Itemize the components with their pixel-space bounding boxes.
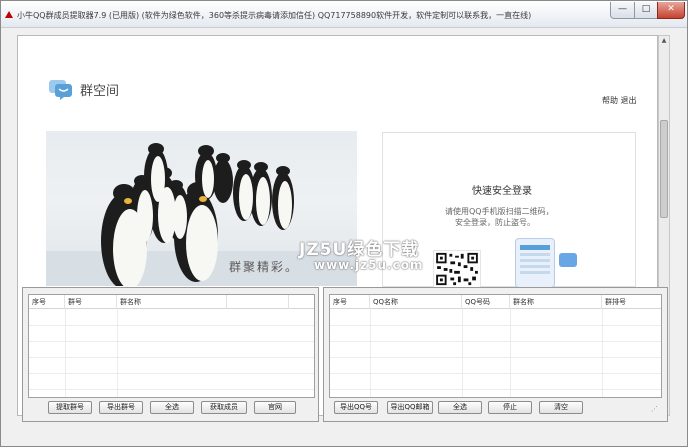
qr-code-icon[interactable] xyxy=(433,250,481,288)
grid-line xyxy=(330,373,661,374)
window-title: 小牛QQ群成员提取器7.9 (已用版) (软件为绿色软件，360等杀提示病毒请添… xyxy=(17,11,532,20)
column-header[interactable]: 序号 xyxy=(330,295,370,309)
member-list-panel: 序号 QQ名称 QQ号码 群名称 群排号 导出QQ号 导出QQ邮箱 全选 停止 … xyxy=(323,287,668,422)
banner-slogan: 群聚精彩。 xyxy=(229,260,300,274)
grid-line xyxy=(330,325,661,326)
column-header[interactable]: 群号 xyxy=(65,295,117,309)
grid-line xyxy=(330,357,661,358)
clear-button[interactable]: 清空 xyxy=(539,401,583,414)
get-members-button[interactable]: 获取成员 xyxy=(201,401,247,414)
grid-line xyxy=(330,341,661,342)
column-header[interactable]: 群名称 xyxy=(117,295,227,309)
chat-bubble-icon xyxy=(49,80,72,100)
column-header[interactable]: 群名称 xyxy=(510,295,602,309)
group-table-header: 序号 群号 群名称 xyxy=(29,295,314,309)
export-qq-button[interactable]: 导出QQ号 xyxy=(334,401,378,414)
penguins-banner-image: 群聚精彩。 xyxy=(46,131,357,286)
login-hint-line2: 安全登录，防止盗号。 xyxy=(455,218,535,227)
phone-illustration xyxy=(515,238,555,288)
minimize-button[interactable]: — xyxy=(610,2,635,19)
help-exit-link[interactable]: 帮助 退出 xyxy=(602,95,637,106)
maximize-button[interactable]: □ xyxy=(634,2,658,19)
scroll-up-icon[interactable]: ▲ xyxy=(660,37,668,45)
group-list-table[interactable]: 序号 群号 群名称 xyxy=(28,294,315,398)
official-site-button[interactable]: 官网 xyxy=(254,401,296,414)
login-hint-line1: 请使用QQ手机版扫描二维码， xyxy=(445,207,554,216)
app-window: 小牛QQ群成员提取器7.9 (已用版) (软件为绿色软件，360等杀提示病毒请添… xyxy=(0,0,688,447)
grid-line xyxy=(370,309,371,397)
column-header[interactable]: QQ名称 xyxy=(370,295,462,309)
grid-line xyxy=(29,373,314,374)
group-list-panel: 序号 群号 群名称 提取群号 导出群号 全选 获取成员 官网 xyxy=(22,287,319,422)
column-header[interactable]: 群排号 xyxy=(602,295,661,309)
watermark-text: JZ5U绿色下载 xyxy=(299,240,420,260)
watermark-url: www.jz5u.com xyxy=(314,258,424,272)
close-button[interactable]: ✕ xyxy=(657,2,685,19)
resize-grip-icon[interactable]: ⋰ xyxy=(651,405,661,415)
grid-line xyxy=(510,309,511,397)
penguins-illustration xyxy=(101,143,294,286)
grid-line xyxy=(330,389,661,390)
grid-line xyxy=(29,341,314,342)
grid-line xyxy=(602,309,603,397)
select-all-button[interactable]: 全选 xyxy=(150,401,194,414)
grid-line xyxy=(29,389,314,390)
title-bar[interactable]: 小牛QQ群成员提取器7.9 (已用版) (软件为绿色软件，360等杀提示病毒请添… xyxy=(1,1,687,28)
scrollbar-thumb[interactable] xyxy=(660,120,668,218)
export-qq-email-button[interactable]: 导出QQ邮箱 xyxy=(387,401,433,414)
member-table-header: 序号 QQ名称 QQ号码 群名称 群排号 xyxy=(330,295,661,309)
select-all-members-button[interactable]: 全选 xyxy=(438,401,482,414)
column-header[interactable]: 序号 xyxy=(29,295,65,309)
app-triangle-icon xyxy=(5,11,13,18)
stop-button[interactable]: 停止 xyxy=(488,401,532,414)
column-header[interactable]: QQ号码 xyxy=(462,295,510,309)
extract-groups-button[interactable]: 提取群号 xyxy=(48,401,92,414)
grid-line xyxy=(462,309,463,397)
export-groups-button[interactable]: 导出群号 xyxy=(99,401,143,414)
grid-line xyxy=(65,309,66,397)
grid-line xyxy=(117,309,118,397)
qq-badge-icon xyxy=(559,253,577,267)
grid-line xyxy=(29,357,314,358)
member-list-table[interactable]: 序号 QQ名称 QQ号码 群名称 群排号 xyxy=(329,294,662,398)
column-header xyxy=(227,295,289,309)
qun-space-logo-text: 群空间 xyxy=(80,84,120,99)
login-title: 快速安全登录 xyxy=(472,186,532,197)
grid-line xyxy=(29,325,314,326)
